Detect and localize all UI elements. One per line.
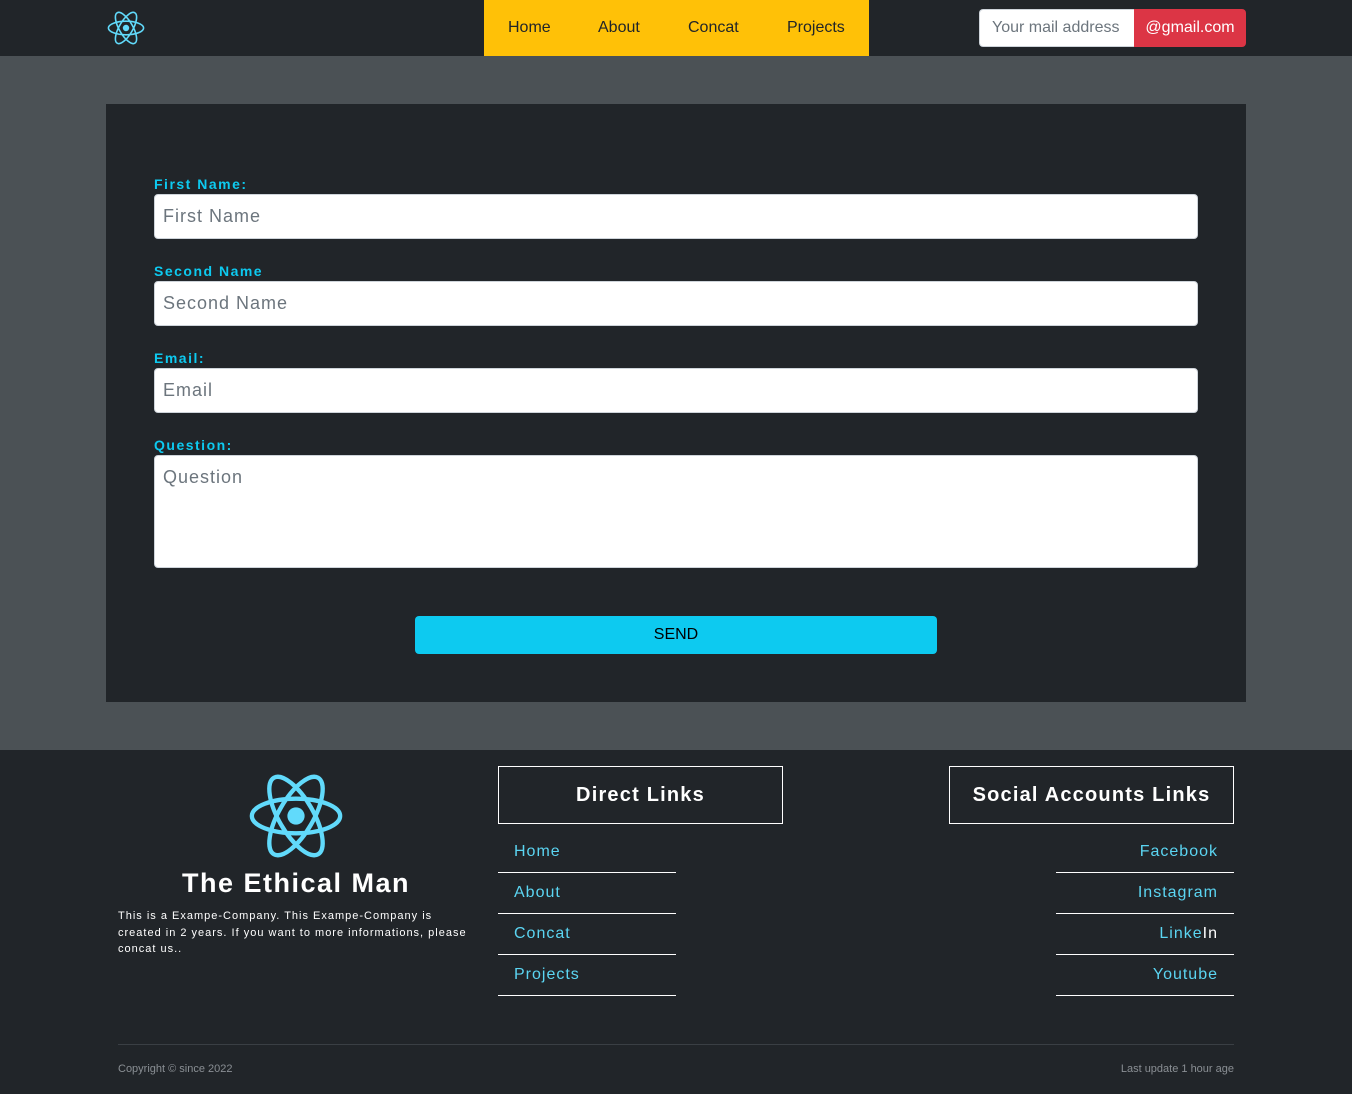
react-atom-icon — [249, 774, 343, 858]
footer-link-projects[interactable]: Projects — [498, 955, 676, 996]
linkedin-text-suffix: In — [1202, 925, 1218, 942]
footer-brand-title: The Ethical Man — [181, 868, 411, 898]
linkedin-text-part: Linke — [1159, 925, 1203, 942]
second-name-label: Second Name — [154, 263, 264, 279]
footer-description: This is a Exampe-Company. This Exampe-Co… — [118, 910, 467, 955]
nav-item-projects[interactable]: Projects — [787, 19, 845, 37]
direct-links-heading: Direct Links — [498, 766, 783, 824]
mail-input-group: @gmail.com — [979, 9, 1246, 47]
nav-item-concat[interactable]: Concat — [688, 19, 739, 37]
main-nav-menu: Home About Concat Projects — [484, 0, 869, 56]
footer-link-concat[interactable]: Concat — [498, 914, 676, 955]
footer-divider — [118, 1044, 1234, 1045]
social-links-list: Facebook Instagram Linke In Youtube — [1056, 832, 1234, 996]
last-update-text: Last update 1 hour age — [1120, 1063, 1234, 1075]
social-link-linkedin[interactable]: Linke In — [1056, 914, 1234, 955]
email-input[interactable] — [154, 368, 1198, 413]
social-link-instagram[interactable]: Instagram — [1056, 873, 1234, 914]
social-links-heading: Social Accounts Links — [949, 766, 1234, 824]
mail-domain-suffix: @gmail.com — [1134, 9, 1246, 47]
social-link-youtube[interactable]: Youtube — [1056, 955, 1234, 996]
footer: The Ethical Man This is a Exampe-Company… — [0, 750, 1352, 1094]
footer-link-home[interactable]: Home — [498, 832, 676, 873]
copyright-text: Copyright © since 2022 — [118, 1063, 233, 1075]
question-label: Question: — [154, 437, 233, 453]
contact-form-card: First Name: Second Name Email: Question:… — [106, 104, 1246, 702]
nav-item-about[interactable]: About — [598, 19, 640, 37]
question-textarea[interactable] — [154, 455, 1198, 568]
first-name-input[interactable] — [154, 194, 1198, 239]
footer-link-about[interactable]: About — [498, 873, 676, 914]
send-button[interactable]: SEND — [415, 616, 937, 654]
nav-item-home[interactable]: Home — [508, 19, 551, 37]
mail-address-input[interactable] — [979, 9, 1134, 47]
first-name-label: First Name: — [154, 176, 248, 192]
email-label: Email: — [154, 350, 206, 366]
social-link-facebook[interactable]: Facebook — [1056, 832, 1234, 873]
second-name-input[interactable] — [154, 281, 1198, 326]
direct-links-list: Home About Concat Projects — [498, 832, 676, 996]
react-atom-icon[interactable] — [106, 8, 146, 48]
navbar: Home About Concat Projects @gmail.com — [0, 0, 1352, 56]
